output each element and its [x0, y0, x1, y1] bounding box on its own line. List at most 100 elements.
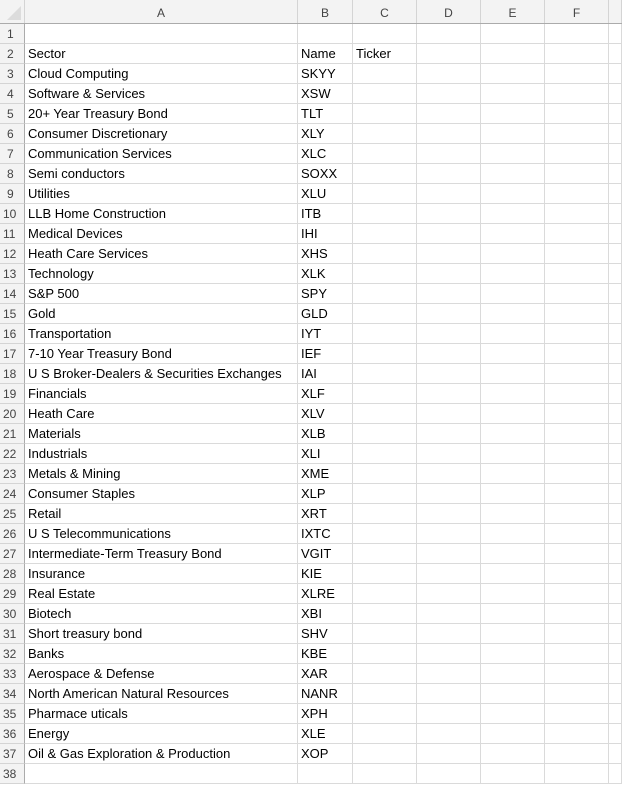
cell-ticker[interactable]: [353, 664, 417, 684]
cell-ticker[interactable]: [353, 564, 417, 584]
cell[interactable]: [417, 364, 481, 384]
cell[interactable]: [481, 404, 545, 424]
row-header[interactable]: 38: [0, 764, 25, 784]
cell[interactable]: [481, 444, 545, 464]
cell[interactable]: [417, 644, 481, 664]
cell[interactable]: [609, 504, 622, 524]
row-header[interactable]: 18: [0, 364, 25, 384]
row-header[interactable]: 19: [0, 384, 25, 404]
cell-name[interactable]: XRT: [298, 504, 353, 524]
row-header[interactable]: 26: [0, 524, 25, 544]
cell[interactable]: [545, 124, 609, 144]
cell[interactable]: [417, 744, 481, 764]
cell[interactable]: [609, 404, 622, 424]
cell-name[interactable]: IHI: [298, 224, 353, 244]
select-all-button[interactable]: [0, 0, 25, 23]
cell[interactable]: [417, 724, 481, 744]
cell[interactable]: [545, 264, 609, 284]
cell[interactable]: [417, 84, 481, 104]
cell-ticker[interactable]: [353, 744, 417, 764]
cell-name[interactable]: XLV: [298, 404, 353, 424]
cell-sector[interactable]: Pharmace uticals: [25, 704, 298, 724]
cell-ticker[interactable]: [353, 704, 417, 724]
cell-name[interactable]: XLK: [298, 264, 353, 284]
cell[interactable]: [417, 684, 481, 704]
cell[interactable]: [609, 624, 622, 644]
row-header[interactable]: 4: [0, 84, 25, 104]
cell-name[interactable]: GLD: [298, 304, 353, 324]
cell-ticker[interactable]: [353, 344, 417, 364]
cell[interactable]: [481, 264, 545, 284]
cell[interactable]: [481, 704, 545, 724]
column-header-g[interactable]: [609, 0, 622, 23]
row-header[interactable]: 11: [0, 224, 25, 244]
cell[interactable]: [609, 704, 622, 724]
cell[interactable]: [417, 224, 481, 244]
cell[interactable]: [545, 684, 609, 704]
cell[interactable]: [609, 224, 622, 244]
cell[interactable]: [545, 324, 609, 344]
cell-sector[interactable]: Intermediate-Term Treasury Bond: [25, 544, 298, 564]
row-header[interactable]: 15: [0, 304, 25, 324]
cell-name[interactable]: XLRE: [298, 584, 353, 604]
cell[interactable]: [417, 284, 481, 304]
cell-sector[interactable]: Aerospace & Defense: [25, 664, 298, 684]
cell-name[interactable]: IYT: [298, 324, 353, 344]
column-header-c[interactable]: C: [353, 0, 417, 23]
cell-sector[interactable]: Utilities: [25, 184, 298, 204]
cell-sector[interactable]: 20+ Year Treasury Bond: [25, 104, 298, 124]
cell-ticker[interactable]: [353, 464, 417, 484]
cell-sector[interactable]: Technology: [25, 264, 298, 284]
column-header-e[interactable]: E: [481, 0, 545, 23]
row-header[interactable]: 25: [0, 504, 25, 524]
cell-sector[interactable]: Banks: [25, 644, 298, 664]
cell-name[interactable]: XME: [298, 464, 353, 484]
cell[interactable]: [545, 744, 609, 764]
row-header[interactable]: 29: [0, 584, 25, 604]
cell[interactable]: [545, 84, 609, 104]
row-header[interactable]: 13: [0, 264, 25, 284]
cell-sector[interactable]: Gold: [25, 304, 298, 324]
cell-name[interactable]: SPY: [298, 284, 353, 304]
cell-sector[interactable]: Materials: [25, 424, 298, 444]
cell-name[interactable]: XLC: [298, 144, 353, 164]
cell-sector[interactable]: S&P 500: [25, 284, 298, 304]
cell[interactable]: [417, 164, 481, 184]
cell-name[interactable]: XLI: [298, 444, 353, 464]
cell-ticker[interactable]: [353, 384, 417, 404]
cell[interactable]: [481, 724, 545, 744]
cell-ticker[interactable]: [353, 544, 417, 564]
row-header[interactable]: 24: [0, 484, 25, 504]
cell[interactable]: [545, 604, 609, 624]
cell[interactable]: [609, 524, 622, 544]
cell[interactable]: [417, 484, 481, 504]
cell-name[interactable]: SOXX: [298, 164, 353, 184]
cell[interactable]: [545, 444, 609, 464]
cell[interactable]: [545, 564, 609, 584]
cell[interactable]: [417, 324, 481, 344]
cell-ticker-header[interactable]: Ticker: [353, 44, 417, 64]
cell[interactable]: [481, 204, 545, 224]
cell[interactable]: [545, 24, 609, 44]
cell-ticker[interactable]: [353, 284, 417, 304]
cell[interactable]: [609, 444, 622, 464]
cell-sector[interactable]: Semi conductors: [25, 164, 298, 184]
cell[interactable]: [417, 424, 481, 444]
cell[interactable]: [417, 664, 481, 684]
cell-sector[interactable]: Financials: [25, 384, 298, 404]
row-header[interactable]: 1: [0, 24, 25, 44]
cell[interactable]: [481, 344, 545, 364]
row-header[interactable]: 22: [0, 444, 25, 464]
cell[interactable]: [545, 544, 609, 564]
cell[interactable]: [545, 344, 609, 364]
cell-name[interactable]: SKYY: [298, 64, 353, 84]
cell-sector-header[interactable]: Sector: [25, 44, 298, 64]
cell[interactable]: [609, 124, 622, 144]
cell-ticker[interactable]: [353, 444, 417, 464]
cell-sector[interactable]: Oil & Gas Exploration & Production: [25, 744, 298, 764]
cell-ticker[interactable]: [353, 524, 417, 544]
cell[interactable]: [298, 24, 353, 44]
cell[interactable]: [481, 284, 545, 304]
cell[interactable]: [481, 84, 545, 104]
cell[interactable]: [417, 344, 481, 364]
